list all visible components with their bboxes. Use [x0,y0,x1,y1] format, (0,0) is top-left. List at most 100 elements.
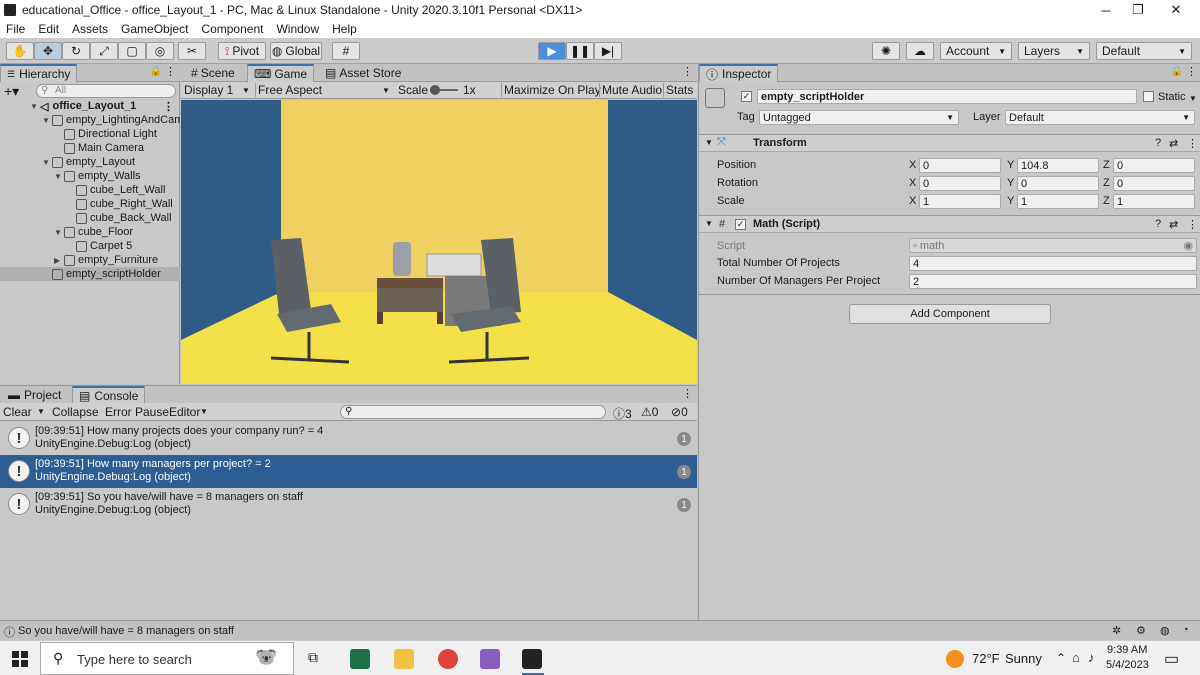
hierarchy-item[interactable]: cube_Left_Wall [0,183,180,197]
chrome-icon[interactable] [438,649,458,669]
preset-icon[interactable]: ⇄ [1169,137,1178,150]
expand-icon[interactable]: ▼ [54,172,64,181]
projects-field[interactable]: 4 [909,256,1197,271]
tab-scene[interactable]: # Scene [185,64,241,82]
network-icon[interactable]: ⚙ [1136,624,1146,637]
collapse-icon[interactable]: ▶ [54,256,64,265]
weather-temp[interactable]: 72°F [972,651,1000,666]
chevron-down-icon[interactable]: ▼ [200,407,208,416]
layout-dropdown[interactable]: Default ▼ [1096,42,1192,60]
hierarchy-item[interactable]: ▶ empty_Furniture [0,253,180,267]
lock-icon[interactable]: 🔒 [1171,66,1183,77]
display-dropdown[interactable]: Display 1 ▼ [184,83,252,97]
layers-dropdown[interactable]: Layers ▼ [1018,42,1090,60]
tab-project[interactable]: ▬ Project [2,386,67,404]
unity-taskbar-icon[interactable] [522,649,542,669]
expand-icon[interactable]: ▼ [54,228,64,237]
hierarchy-item[interactable]: ▼ empty_Walls [0,169,180,183]
tab-console[interactable]: ▤ Console [72,386,146,404]
transform-x-field[interactable]: 0 [919,176,1001,191]
collapse-toggle[interactable]: Collapse [52,405,99,419]
sun-icon[interactable] [946,650,964,668]
close-button[interactable]: ✕ [1158,0,1194,20]
axis-z-label[interactable]: Z [1103,177,1110,189]
add-icon[interactable]: +▾ [4,83,19,100]
hierarchy-item[interactable]: ▼ cube_Floor [0,225,180,239]
visual-studio-icon[interactable] [480,649,500,669]
file-explorer-icon[interactable] [394,649,414,669]
add-component-button[interactable]: Add Component [849,304,1051,324]
axis-z-label[interactable]: Z [1103,195,1110,207]
transform-y-field[interactable]: 1 [1017,194,1099,209]
menu-gameobject[interactable]: GameObject [121,22,188,36]
log-count-toggle[interactable]: ⓘ3 [613,405,632,422]
more-icon[interactable]: ⋮ [163,100,174,113]
clock-time[interactable]: 9:39 AM [1107,644,1147,656]
transform-z-field[interactable]: 0 [1113,176,1195,191]
script-header[interactable]: ▼ # ✓ Math (Script) ? ⇄ ⋮ [699,215,1200,233]
game-viewport[interactable] [181,100,697,384]
transform-z-field[interactable]: 1 [1113,194,1195,209]
notification-icon[interactable]: ▭ [1164,649,1179,669]
script-enabled-checkbox[interactable]: ✓ [735,219,746,230]
editor-dropdown[interactable]: Editor [169,405,200,419]
console-search-input[interactable]: ⚲ [340,405,606,419]
hierarchy-item[interactable]: cube_Back_Wall [0,211,180,225]
weather-desc[interactable]: Sunny [1005,651,1042,666]
expand-icon[interactable]: ▼ [42,158,52,167]
hierarchy-item[interactable]: Directional Light [0,127,180,141]
transform-tool-icon[interactable]: ◎ [146,42,174,60]
menu-edit[interactable]: Edit [38,22,59,36]
step-button[interactable]: ▶| [594,42,622,60]
tag-dropdown[interactable]: Untagged ▼ [759,110,959,125]
transform-y-field[interactable]: 104.8 [1017,158,1099,173]
hierarchy-item[interactable]: ▼ empty_LightingAndCam [0,113,180,127]
layer-dropdown[interactable]: Default ▼ [1005,110,1195,125]
hierarchy-item[interactable]: Carpet 5 [0,239,180,253]
menu-window[interactable]: Window [276,22,319,36]
bug-icon[interactable]: ✲ [1112,624,1121,637]
axis-y-label[interactable]: Y [1007,177,1014,189]
warning-count-toggle[interactable]: ⚠0 [641,405,658,419]
axis-y-label[interactable]: Y [1007,159,1014,171]
volume-icon[interactable]: ♪ [1088,650,1095,665]
hierarchy-item[interactable]: cube_Right_Wall [0,197,180,211]
play-button[interactable]: ▶ [538,42,566,60]
more-icon[interactable]: ⋮ [165,65,176,78]
error-count-toggle[interactable]: ⊘0 [671,405,688,419]
hierarchy-item[interactable]: ▼ empty_Layout [0,155,180,169]
hand-tool-icon[interactable]: ✋ [6,42,34,60]
maximize-on-play-toggle[interactable]: Maximize On Play [501,83,601,97]
object-name-field[interactable]: empty_scriptHolder [757,89,1137,104]
axis-z-label[interactable]: Z [1103,159,1110,171]
transform-y-field[interactable]: 0 [1017,176,1099,191]
move-tool-icon[interactable]: ✥ [34,42,62,60]
pause-button[interactable]: ❚❚ [566,42,594,60]
task-view-icon[interactable]: ⧉ [308,649,318,666]
transform-x-field[interactable]: 0 [919,158,1001,173]
help-icon[interactable]: ? [1155,137,1161,149]
scale-tool-icon[interactable]: ⤢ [90,42,118,60]
network-icon[interactable]: ⌂ [1072,650,1080,665]
more-icon[interactable]: ⋮ [1187,218,1198,231]
chevron-down-icon[interactable]: ▼ [37,407,45,416]
menu-component[interactable]: Component [201,22,263,36]
scale-slider-handle[interactable] [430,85,440,95]
more-icon[interactable]: ⋮ [1187,137,1198,150]
pivot-toggle[interactable]: ⟟ Pivot [218,42,266,60]
hierarchy-item[interactable]: Main Camera [0,141,180,155]
static-checkbox[interactable] [1143,91,1154,102]
account-dropdown[interactable]: Account ▼ [940,42,1012,60]
tab-game[interactable]: ⌨ Game [247,64,315,82]
collab-icon[interactable]: ✺ [872,42,900,60]
menu-help[interactable]: Help [332,22,357,36]
grid-snap-icon[interactable]: # [332,42,360,60]
stats-toggle[interactable]: Stats [663,83,693,97]
axis-x-label[interactable]: X [909,177,916,189]
tab-hierarchy[interactable]: ☰ Hierarchy [0,64,78,82]
windows-start-icon[interactable] [12,651,28,667]
clock-date[interactable]: 5/4/2023 [1106,659,1149,671]
chevron-down-icon[interactable]: ▼ [1189,94,1197,103]
transform-header[interactable]: ▼ ⤧ Transform ? ⇄ ⋮ [699,134,1200,152]
active-checkbox[interactable]: ✓ [741,91,752,102]
